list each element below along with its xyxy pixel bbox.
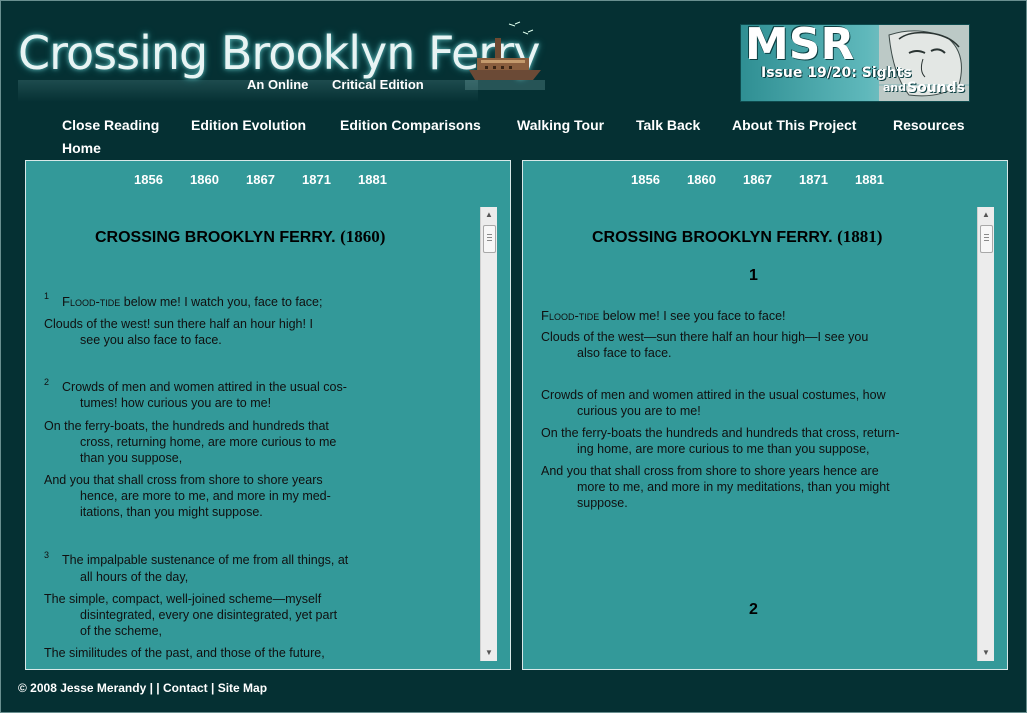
nav-close-reading[interactable]: Close Reading <box>62 117 159 133</box>
nav-edition-comparisons[interactable]: Edition Comparisons <box>340 117 481 133</box>
site-subtitle-edition: Critical Edition <box>332 77 424 92</box>
right-year-1871[interactable]: 1871 <box>799 172 828 187</box>
left-year-1867[interactable]: 1867 <box>246 172 275 187</box>
section-number: 1 <box>749 267 758 284</box>
right-poem-text[interactable]: CROSSING BROOKLYN FERRY. (1881) 1 Flood-… <box>523 205 977 661</box>
left-scrollbar[interactable]: ▲ ▼ <box>480 207 497 661</box>
poem-line-cont: than you suppose, <box>80 451 183 465</box>
footer: © 2008 Jesse Merandy | | Contact | Site … <box>18 681 267 695</box>
site-subtitle-online: An Online <box>247 77 309 92</box>
poem-line: Flood-tide below me! I see you face to f… <box>541 308 786 323</box>
msr-acronym: MSR <box>745 24 855 70</box>
poem-line: Clouds of the west! sun there half an ho… <box>44 317 313 331</box>
right-year-1881[interactable]: 1881 <box>855 172 884 187</box>
stanza-number: 3 <box>44 550 50 560</box>
left-poem-title: CROSSING BROOKLYN FERRY. (1860) <box>95 227 385 247</box>
poem-line-cont: hence, are more to me, and more in my me… <box>80 489 331 503</box>
right-year-1860[interactable]: 1860 <box>687 172 716 187</box>
stanza-number: 2 <box>44 377 50 387</box>
right-poem-title: CROSSING BROOKLYN FERRY. (1881) <box>592 227 882 247</box>
right-year-1856[interactable]: 1856 <box>631 172 660 187</box>
stanza-number: 1 <box>44 291 50 301</box>
scroll-down-arrow-icon[interactable]: ▼ <box>978 645 994 661</box>
ferryboat-illustration <box>465 21 545 90</box>
poem-line-cont: suppose. <box>577 496 628 510</box>
poem-line: Crowds of men and women attired in the u… <box>541 388 886 402</box>
msr-and-text: and <box>883 81 907 94</box>
nav-resources[interactable]: Resources <box>893 117 965 133</box>
msr-issue-logo[interactable]: MSR Issue 19/20: Sights and Sounds <box>740 24 970 102</box>
section-number: 2 <box>749 601 758 618</box>
left-year-1856[interactable]: 1856 <box>134 172 163 187</box>
footer-sitemap-link[interactable]: Site Map <box>218 681 267 695</box>
msr-issue-text: Issue 19/20: Sights <box>761 65 912 81</box>
poem-line-cont: itations, than you might suppose. <box>80 505 263 519</box>
poem-line-cont: more to me, and more in my meditations, … <box>577 480 890 494</box>
scroll-up-arrow-icon[interactable]: ▲ <box>978 207 994 223</box>
scroll-thumb[interactable] <box>483 225 496 253</box>
poem-line-cont: also face to face. <box>577 346 672 360</box>
left-poem-title-year: (1860) <box>340 227 386 246</box>
right-poem-title-year: (1881) <box>837 227 883 246</box>
scroll-thumb[interactable] <box>980 225 993 253</box>
poem-line: And you that shall cross from shore to s… <box>44 473 323 487</box>
nav-edition-evolution[interactable]: Edition Evolution <box>191 117 306 133</box>
poem-line-cont: see you also face to face. <box>80 333 222 347</box>
poem-line-cont: all hours of the day, <box>80 570 189 584</box>
scroll-down-arrow-icon[interactable]: ▼ <box>481 645 497 661</box>
left-year-1881[interactable]: 1881 <box>358 172 387 187</box>
small-caps-word: Flood-tide <box>541 308 600 323</box>
site-title[interactable]: Crossing Brooklyn Ferry <box>18 26 540 80</box>
footer-separator: | <box>211 681 215 695</box>
poem-line-text: below me! I see you face to face! <box>599 309 786 323</box>
nav-walking-tour[interactable]: Walking Tour <box>517 117 604 133</box>
poem-line-cont: curious you are to me! <box>577 404 701 418</box>
poem-line-cont: tumes! how curious you are to me! <box>80 396 272 410</box>
left-poem-title-text: CROSSING BROOKLYN FERRY. <box>95 229 336 246</box>
poem-line: The similitudes of the past, and those o… <box>44 646 325 660</box>
right-year-1867[interactable]: 1867 <box>743 172 772 187</box>
poem-line-cont: cross, returning home, are more curious … <box>80 435 337 449</box>
left-year-1860[interactable]: 1860 <box>190 172 219 187</box>
right-edition-panel: 1856 1860 1867 1871 1881 CROSSING BROOKL… <box>522 160 1008 670</box>
right-poem-title-text: CROSSING BROOKLYN FERRY. <box>592 229 833 246</box>
footer-separator: | <box>156 681 160 695</box>
poem-line: Crowds of men and women attired in the u… <box>62 380 347 394</box>
nav-home[interactable]: Home <box>62 140 101 156</box>
footer-contact-link[interactable]: Contact <box>163 681 208 695</box>
poem-line: On the ferry-boats the hundreds and hund… <box>541 426 900 440</box>
poem-line: On the ferry-boats, the hundreds and hun… <box>44 419 329 433</box>
scroll-up-arrow-icon[interactable]: ▲ <box>481 207 497 223</box>
poem-line-cont: of the scheme, <box>80 624 162 638</box>
copyright-text: © 2008 Jesse Merandy | <box>18 681 153 695</box>
poem-line: Flood-tide below me! I watch you, face t… <box>62 294 322 309</box>
poem-line-cont: disintegrated, every one disintegrated, … <box>80 608 338 622</box>
poem-line-cont: ing home, are more curious to me than yo… <box>577 442 870 456</box>
poem-line: Clouds of the west—sun there half an hou… <box>541 330 869 344</box>
nav-talk-back[interactable]: Talk Back <box>636 117 700 133</box>
poem-line: And you that shall cross from shore to s… <box>541 464 879 478</box>
left-edition-panel: 1856 1860 1867 1871 1881 CROSSING BROOKL… <box>25 160 511 670</box>
poem-line: The simple, compact, well-joined scheme—… <box>44 592 322 606</box>
nav-about-project[interactable]: About This Project <box>732 117 856 133</box>
right-scrollbar[interactable]: ▲ ▼ <box>977 207 994 661</box>
left-poem-text[interactable]: CROSSING BROOKLYN FERRY. (1860) 1 Flood-… <box>26 205 480 661</box>
left-year-1871[interactable]: 1871 <box>302 172 331 187</box>
poem-line: The impalpable sustenance of me from all… <box>62 553 349 567</box>
poem-line-text: below me! I watch you, face to face; <box>120 295 323 309</box>
msr-sounds-text: Sounds <box>907 80 965 96</box>
small-caps-word: Flood-tide <box>62 294 121 309</box>
